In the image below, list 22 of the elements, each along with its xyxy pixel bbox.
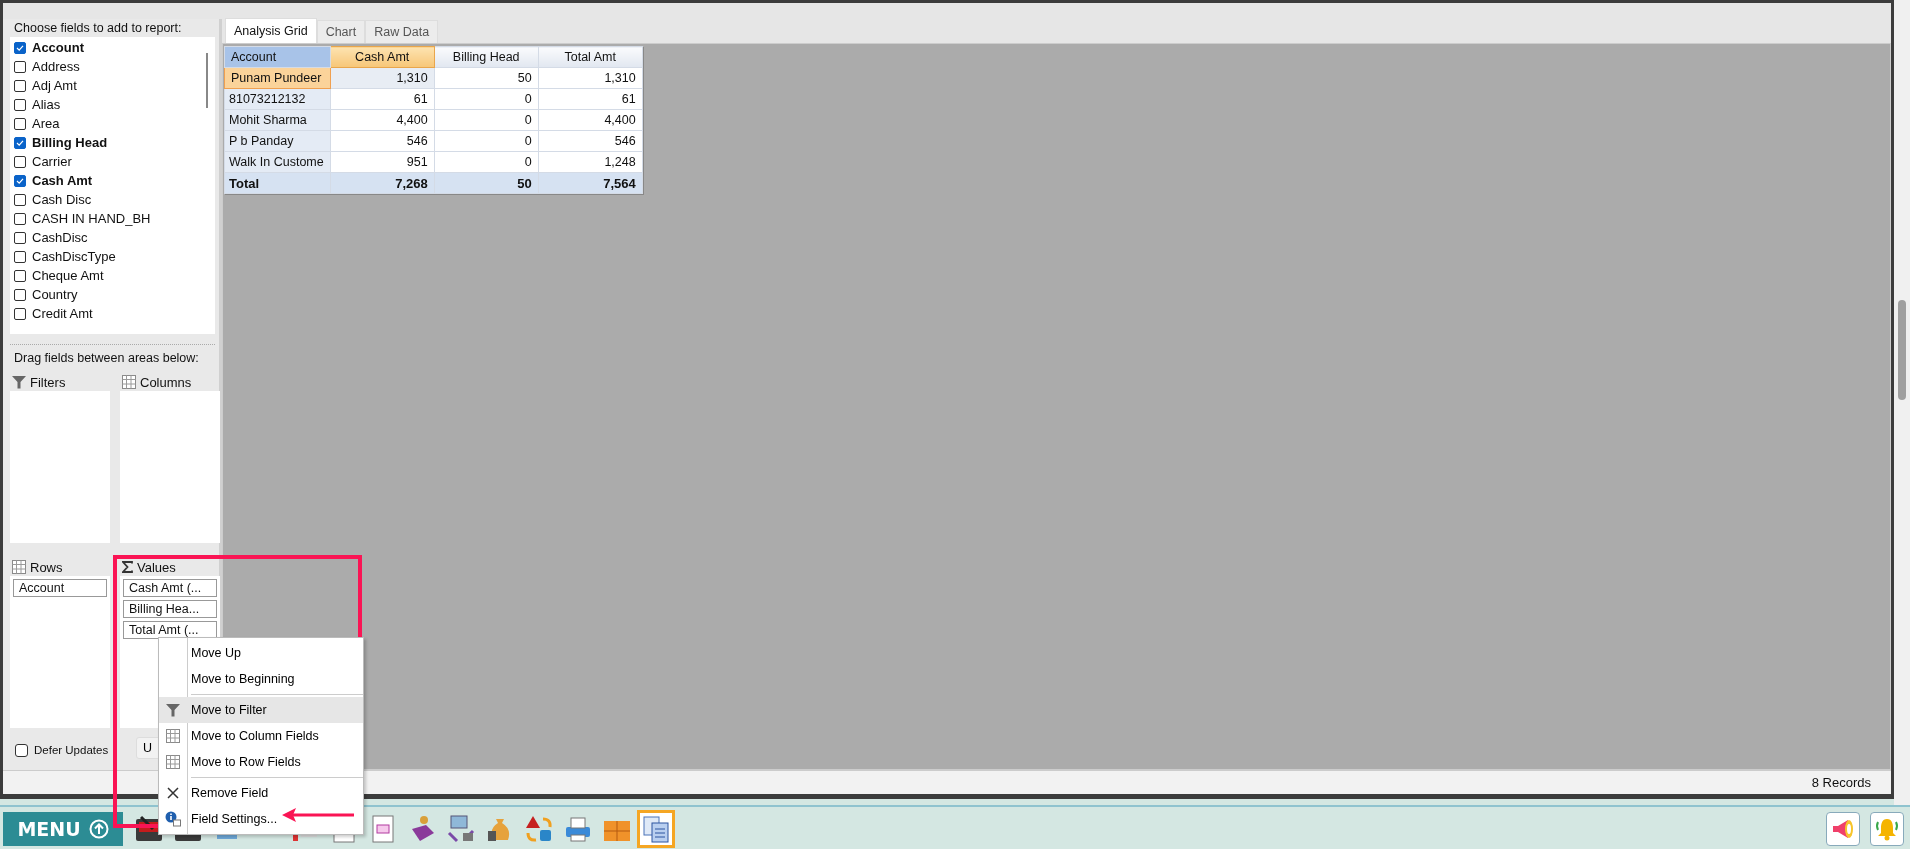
- table-cell: 546: [538, 130, 643, 152]
- values-label: Values: [137, 559, 176, 575]
- table-cell: 0: [434, 88, 539, 110]
- table-cell: 1,310: [538, 67, 643, 89]
- columns-label: Columns: [140, 374, 192, 390]
- table-cell: 61: [538, 88, 643, 110]
- table-cell: 0: [434, 130, 539, 152]
- areas-title: Drag fields between areas below:: [13, 351, 200, 365]
- rows-label: Rows: [30, 559, 63, 575]
- table-cell: 951: [330, 151, 435, 173]
- table-cell: 546: [330, 130, 435, 152]
- filters-label: Filters: [30, 374, 66, 390]
- table-cell: 4,400: [538, 109, 643, 131]
- table-cell: 61: [330, 88, 435, 110]
- field-list-title: Choose fields to add to report:: [13, 20, 183, 37]
- total-label: Total: [224, 172, 331, 194]
- table-cell: 0: [434, 151, 539, 173]
- table-cell: 4,400: [330, 109, 435, 131]
- table-cell: 1,248: [538, 151, 643, 173]
- record-count: 8 Records: [1811, 775, 1871, 790]
- table-cell: 0: [434, 109, 539, 131]
- table-cell: 50: [434, 67, 539, 89]
